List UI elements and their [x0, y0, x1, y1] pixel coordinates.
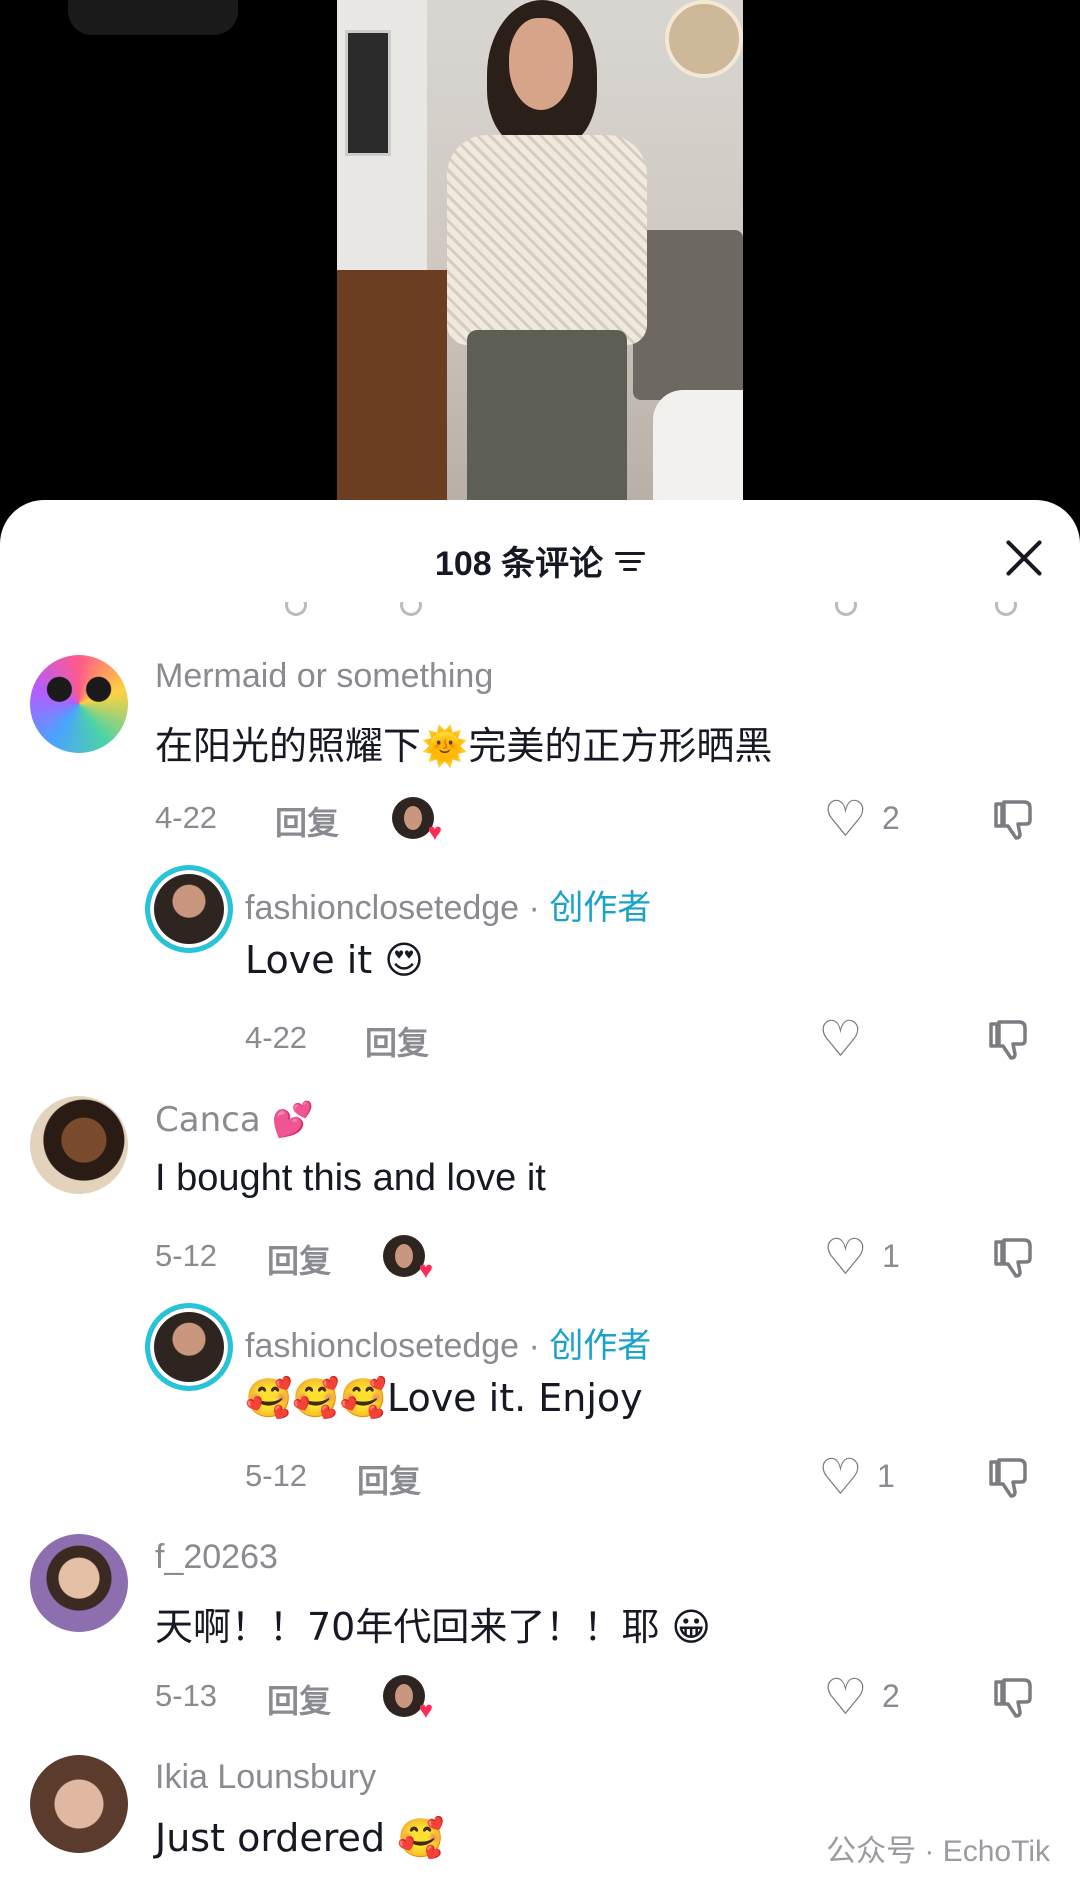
dislike-icon[interactable] [990, 1674, 1038, 1722]
like-heart-icon[interactable]: ♡ [823, 1232, 868, 1282]
dislike-icon[interactable] [990, 796, 1038, 844]
avatar[interactable] [30, 1534, 128, 1632]
like-count: 2 [882, 1678, 900, 1714]
creator-avatar[interactable] [145, 865, 233, 953]
comment-username[interactable]: Canca 💕 [155, 1100, 314, 1140]
reply-username[interactable]: fashionclosetedge · 创作者 [245, 880, 651, 929]
close-icon[interactable] [1002, 536, 1046, 580]
reply-text: Love it 😍 [245, 938, 424, 982]
reply-button[interactable]: 回复 [365, 1018, 429, 1064]
reply-button[interactable]: 回复 [267, 1236, 331, 1282]
like-heart-icon[interactable]: ♡ [818, 1452, 863, 1502]
reply-button[interactable]: 回复 [357, 1456, 421, 1502]
reply-text: 🥰🥰🥰Love it. Enjoy [245, 1376, 643, 1420]
video-player[interactable] [0, 0, 1080, 500]
reply-date: 5-12 [245, 1458, 308, 1493]
creator-avatar[interactable] [145, 1303, 233, 1391]
creator-liked-badge: ♥ [383, 1675, 433, 1723]
reply-date: 4-22 [245, 1020, 308, 1055]
like-heart-icon[interactable]: ♡ [818, 1014, 863, 1064]
reply-username[interactable]: fashionclosetedge · 创作者 [245, 1318, 651, 1367]
comment-date: 5-12 [155, 1238, 218, 1273]
avatar[interactable] [30, 1755, 128, 1853]
comment-username[interactable]: Ikia Lounsbury [155, 1758, 376, 1797]
like-count: 1 [877, 1458, 895, 1494]
comment-username[interactable]: Mermaid or something [155, 657, 493, 696]
comment-text: 天啊！！70年代回来了！！耶 😀 [155, 1605, 712, 1649]
comment-date: 4-22 [155, 800, 218, 835]
comment-username[interactable]: f_20263 [155, 1538, 278, 1577]
watermark: 公众号 · EchoTik [826, 1835, 1050, 1868]
like-heart-icon[interactable]: ♡ [823, 794, 868, 844]
like-count: 2 [882, 800, 900, 836]
reply-button[interactable]: 回复 [275, 798, 339, 844]
creator-liked-badge: ♥ [383, 1235, 433, 1283]
avatar[interactable] [30, 1096, 128, 1194]
dislike-icon[interactable] [990, 1234, 1038, 1282]
video-thumbnail [337, 0, 743, 500]
comment-text: 在阳光的照耀下🌞完美的正方形晒黑 [155, 724, 773, 768]
top-left-overlay [68, 0, 238, 35]
creator-tag: 创作者 [549, 889, 652, 927]
sort-filter-icon[interactable] [615, 549, 646, 573]
reply-button[interactable]: 回复 [267, 1676, 331, 1722]
comment-text: I bought this and love it [155, 1157, 546, 1199]
creator-liked-badge: ♥ [392, 797, 442, 845]
avatar[interactable] [30, 655, 128, 753]
comments-sheet: 108 条评论 Mermaid or something 在阳光的照耀下🌞完美的… [0, 500, 1080, 1892]
creator-tag: 创作者 [549, 1327, 652, 1365]
like-count: 1 [882, 1238, 900, 1274]
like-heart-icon[interactable]: ♡ [823, 1672, 868, 1722]
comments-count-title: 108 条评论 [434, 545, 604, 583]
dislike-icon[interactable] [985, 1016, 1033, 1064]
clipped-previous-row [0, 602, 1080, 616]
dislike-icon[interactable] [985, 1454, 1033, 1502]
comment-text: Just ordered 🥰 [155, 1816, 445, 1860]
comment-date: 5-13 [155, 1678, 218, 1713]
comments-header: 108 条评论 [0, 500, 1080, 618]
